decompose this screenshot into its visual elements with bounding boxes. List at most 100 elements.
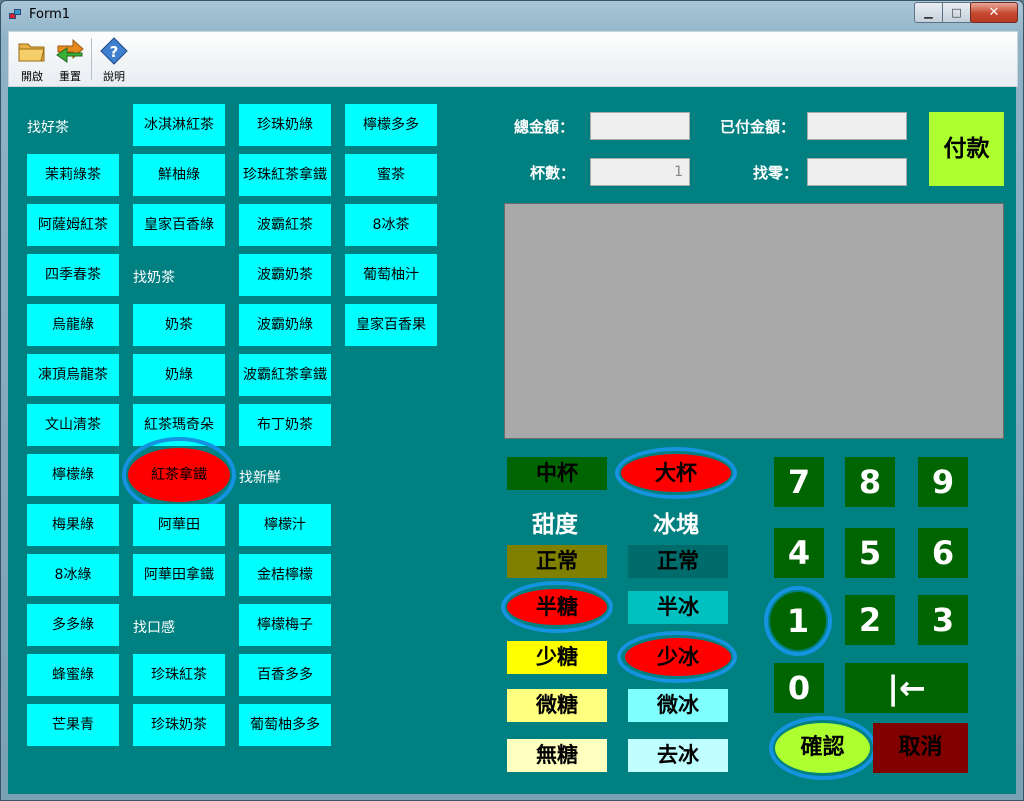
key-9[interactable]: 9	[918, 457, 968, 507]
svg-text:?: ?	[110, 43, 119, 61]
menu-item-honey-tea[interactable]: 蜜茶	[345, 154, 437, 196]
toolbar: 開啟 重置 ? 說明	[8, 31, 1018, 87]
menu-item-mango-green[interactable]: 芒果青	[27, 704, 119, 746]
ice-half-button[interactable]: 半冰	[628, 591, 728, 624]
minimize-icon: ▁	[924, 6, 933, 19]
menu-item-wenshan[interactable]: 文山清茶	[27, 404, 119, 446]
menu-item-boba-black-latte[interactable]: 波霸紅茶拿鐵	[239, 354, 331, 396]
menu-item-lemon-juice[interactable]: 檸檬汁	[239, 504, 331, 546]
total-label: 總金額：	[514, 118, 575, 136]
order-list-area	[504, 203, 1004, 439]
category-milk-tea: 找奶茶	[133, 270, 175, 286]
menu-item-oolong-green[interactable]: 烏龍綠	[27, 304, 119, 346]
title-bar[interactable]: Form1 ▁ □ ✕	[1, 1, 1023, 29]
selection-ring	[764, 586, 832, 656]
cancel-button[interactable]: 取消	[873, 723, 968, 773]
menu-item-kumquat-lemon[interactable]: 金桔檸檬	[239, 554, 331, 596]
maximize-button[interactable]: □	[942, 2, 971, 23]
ice-caption: 冰塊	[653, 512, 699, 538]
close-icon: ✕	[988, 5, 1000, 20]
menu-item-pearl-milk-tea[interactable]: 珍珠奶茶	[133, 704, 225, 746]
menu-item-four-seasons[interactable]: 四季春茶	[27, 254, 119, 296]
sweetness-none-button[interactable]: 無糖	[507, 739, 607, 772]
menu-item-pearl-milk-green[interactable]: 珍珠奶綠	[239, 104, 331, 146]
help-button[interactable]: ? 說明	[97, 34, 131, 84]
ice-normal-button[interactable]: 正常	[628, 545, 728, 578]
menu-item-passion-yakult[interactable]: 百香多多	[239, 654, 331, 696]
key-7[interactable]: 7	[774, 457, 824, 507]
help-icon: ?	[100, 37, 128, 65]
menu-item-assam-black[interactable]: 阿薩姆紅茶	[27, 204, 119, 246]
menu-item-ovaltine-latte[interactable]: 阿華田拿鐵	[133, 554, 225, 596]
menu-item-royal-passion-green[interactable]: 皇家百香綠	[133, 204, 225, 246]
change-field[interactable]	[807, 158, 907, 186]
selection-ring	[617, 631, 737, 683]
size-medium-button[interactable]: 中杯	[507, 457, 607, 490]
menu-item-boba-milk-tea[interactable]: 波霸奶茶	[239, 254, 331, 296]
sweetness-caption: 甜度	[532, 512, 578, 538]
key-3[interactable]: 3	[918, 595, 968, 645]
menu-item-ovaltine[interactable]: 阿華田	[133, 504, 225, 546]
ice-none-button[interactable]: 去冰	[628, 739, 728, 772]
sweetness-less-button[interactable]: 少糖	[507, 641, 607, 674]
menu-item-lemon-plum[interactable]: 檸檬梅子	[239, 604, 331, 646]
key-8[interactable]: 8	[845, 457, 895, 507]
selection-ring	[615, 447, 737, 499]
window-title: Form1	[29, 7, 71, 22]
selection-ring	[769, 716, 877, 780]
menu-item-lemon-green[interactable]: 檸檬綠	[27, 454, 119, 496]
cups-field[interactable]: 1	[590, 158, 690, 186]
menu-item-yakult-green[interactable]: 多多綠	[27, 604, 119, 646]
key-4[interactable]: 4	[774, 528, 824, 578]
menu-item-icecream-black[interactable]: 冰淇淋紅茶	[133, 104, 225, 146]
key-5[interactable]: 5	[845, 528, 895, 578]
change-label: 找零：	[753, 164, 799, 182]
sweetness-slight-button[interactable]: 微糖	[507, 689, 607, 722]
toolbar-separator	[91, 38, 92, 80]
menu-item-pearl-black[interactable]: 珍珠紅茶	[133, 654, 225, 696]
close-button[interactable]: ✕	[970, 2, 1018, 23]
reset-button[interactable]: 重置	[53, 34, 87, 84]
menu-item-jasmine-green[interactable]: 茉莉綠茶	[27, 154, 119, 196]
maximize-icon: □	[951, 6, 962, 19]
menu-item-lemon-yakult[interactable]: 檸檬多多	[345, 104, 437, 146]
app-window: Form1 ▁ □ ✕ 開啟 重置 ? 說明 找好茶 茉莉綠茶 阿薩姆紅茶 四季…	[0, 0, 1024, 801]
menu-item-milk-tea[interactable]: 奶茶	[133, 304, 225, 346]
menu-item-plum-green[interactable]: 梅果綠	[27, 504, 119, 546]
cups-label: 杯數：	[530, 164, 576, 182]
selection-ring	[122, 437, 236, 513]
menu-item-honey-green[interactable]: 蜂蜜綠	[27, 654, 119, 696]
category-texture: 找口感	[133, 620, 175, 636]
menu-item-grapefruit-yakult[interactable]: 葡萄柚多多	[239, 704, 331, 746]
backspace-button[interactable]: |←	[845, 663, 968, 713]
menu-item-dongding-oolong[interactable]: 凍頂烏龍茶	[27, 354, 119, 396]
refresh-arrows-icon	[56, 38, 84, 63]
open-label: 開啟	[21, 70, 43, 83]
menu-item-8ice-tea[interactable]: 8冰茶	[345, 204, 437, 246]
open-button[interactable]: 開啟	[15, 34, 49, 84]
menu-item-grapefruit-juice[interactable]: 葡萄柚汁	[345, 254, 437, 296]
menu-item-pearl-black-latte[interactable]: 珍珠紅茶拿鐵	[239, 154, 331, 196]
key-2[interactable]: 2	[845, 595, 895, 645]
category-fresh: 找新鮮	[239, 470, 281, 486]
pay-button[interactable]: 付款	[929, 112, 1004, 186]
menu-item-royal-passion-fruit[interactable]: 皇家百香果	[345, 304, 437, 346]
paid-field[interactable]	[807, 112, 907, 140]
menu-item-boba-milk-green[interactable]: 波霸奶綠	[239, 304, 331, 346]
menu-item-pomelo-green[interactable]: 鮮柚綠	[133, 154, 225, 196]
key-0[interactable]: 0	[774, 663, 824, 713]
help-label: 說明	[103, 70, 125, 83]
ice-slight-button[interactable]: 微冰	[628, 689, 728, 722]
menu-item-boba-black[interactable]: 波霸紅茶	[239, 204, 331, 246]
sweetness-normal-button[interactable]: 正常	[507, 545, 607, 578]
key-6[interactable]: 6	[918, 528, 968, 578]
minimize-button[interactable]: ▁	[914, 2, 943, 23]
paid-label: 已付金額：	[720, 118, 796, 136]
menu-item-pudding-milk-tea[interactable]: 布丁奶茶	[239, 404, 331, 446]
category-good-tea: 找好茶	[27, 120, 69, 136]
menu-item-8ice-green[interactable]: 8冰綠	[27, 554, 119, 596]
app-icon	[9, 9, 21, 19]
total-field[interactable]	[590, 112, 690, 140]
folder-icon	[18, 43, 45, 62]
menu-item-milk-green[interactable]: 奶綠	[133, 354, 225, 396]
